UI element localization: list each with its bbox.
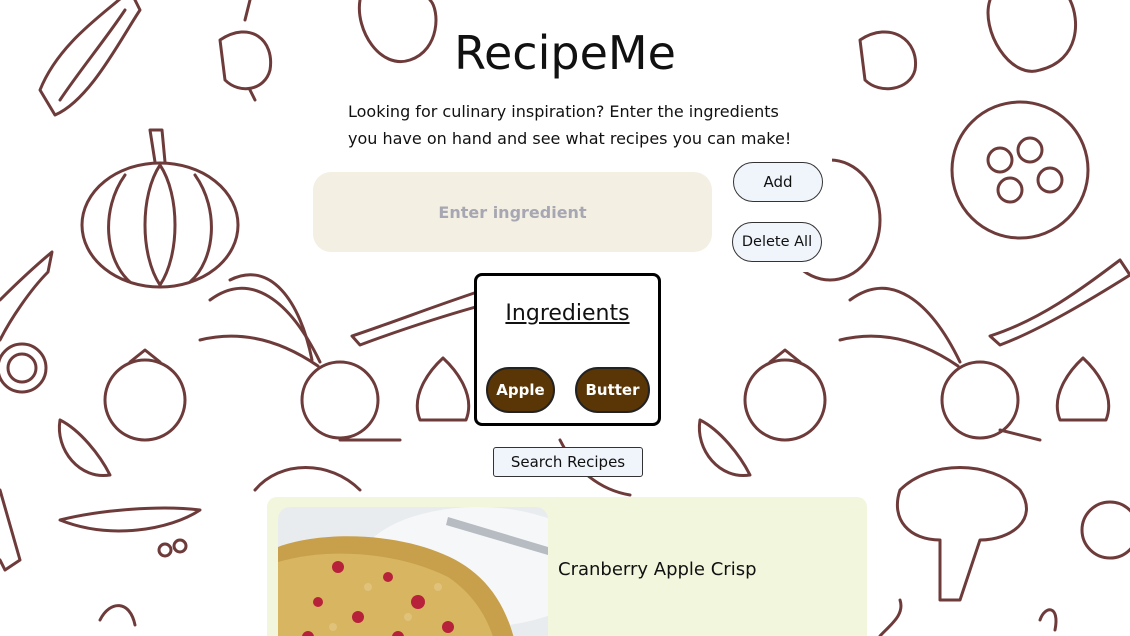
intro-text: Looking for culinary inspiration? Enter … [344, 96, 810, 154]
recipe-app-page: RecipeMe Looking for culinary inspiratio… [0, 0, 1130, 636]
ingredients-panel: Ingredients Apple Butter [474, 273, 661, 426]
ingredient-chip[interactable]: Butter [575, 367, 650, 413]
recipe-photo[interactable] [278, 507, 548, 636]
recipe-title[interactable]: Cranberry Apple Crisp [558, 559, 757, 580]
app-title: RecipeMe [0, 24, 1130, 82]
recipe-card[interactable]: Cranberry Apple Crisp [267, 497, 867, 636]
recipe-photo-image [278, 507, 548, 636]
ingredients-heading: Ingredients [505, 301, 630, 326]
search-recipes-button[interactable]: Search Recipes [493, 447, 643, 477]
add-button[interactable]: Add [733, 162, 823, 202]
app-title-text: RecipeMe [450, 24, 680, 82]
delete-all-button[interactable]: Delete All [732, 222, 822, 262]
ingredient-input[interactable] [313, 172, 712, 252]
ingredient-chip[interactable]: Apple [486, 367, 555, 413]
